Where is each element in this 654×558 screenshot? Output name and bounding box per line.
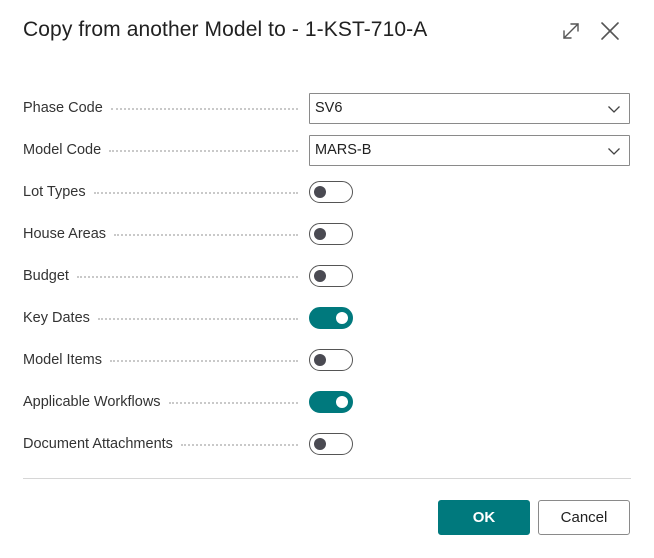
toggle-row-budget: Budget xyxy=(23,260,631,292)
toggle-label: Lot Types xyxy=(23,184,86,200)
cancel-button[interactable]: Cancel xyxy=(538,500,630,535)
dialog-title: Copy from another Model to - 1-KST-710-A xyxy=(23,18,428,41)
footer-divider xyxy=(23,478,631,479)
copy-model-dialog: Copy from another Model to - 1-KST-710-A… xyxy=(0,0,654,558)
toggle-label: House Areas xyxy=(23,226,107,242)
model-code-label: Model Code xyxy=(23,142,102,158)
phase-code-row: Phase Code SV6 xyxy=(23,92,631,124)
phase-code-label: Phase Code xyxy=(23,100,103,116)
model-code-select[interactable]: MARS-B xyxy=(309,134,630,166)
toggle-label: Key Dates xyxy=(23,310,90,326)
applicable-workflows-toggle[interactable] xyxy=(309,391,353,413)
chevron-down-icon xyxy=(607,144,621,158)
toggle-label: Model Items xyxy=(23,352,102,368)
budget-toggle[interactable] xyxy=(309,265,353,287)
toggle-row-lot-types: Lot Types xyxy=(23,176,631,208)
model-code-row: Model Code MARS-B xyxy=(23,134,631,166)
toggle-label: Applicable Workflows xyxy=(23,394,161,410)
chevron-down-icon xyxy=(607,102,621,116)
toggle-row-model-items: Model Items xyxy=(23,344,631,376)
close-icon[interactable] xyxy=(599,20,621,42)
ok-button[interactable]: OK xyxy=(438,500,530,535)
phase-code-select[interactable]: SV6 xyxy=(309,92,630,124)
key-dates-toggle[interactable] xyxy=(309,307,353,329)
lot-types-toggle[interactable] xyxy=(309,181,353,203)
expand-icon[interactable] xyxy=(560,20,582,42)
toggle-row-house-areas: House Areas xyxy=(23,218,631,250)
model-items-toggle[interactable] xyxy=(309,349,353,371)
toggle-row-applicable-workflows: Applicable Workflows xyxy=(23,386,631,418)
toggle-row-document-attachments: Document Attachments xyxy=(23,428,631,460)
toggle-row-key-dates: Key Dates xyxy=(23,302,631,334)
document-attachments-toggle[interactable] xyxy=(309,433,353,455)
toggle-label: Budget xyxy=(23,268,69,284)
toggle-label: Document Attachments xyxy=(23,436,173,452)
house-areas-toggle[interactable] xyxy=(309,223,353,245)
phase-code-value: SV6 xyxy=(315,100,343,116)
model-code-value: MARS-B xyxy=(315,142,372,158)
